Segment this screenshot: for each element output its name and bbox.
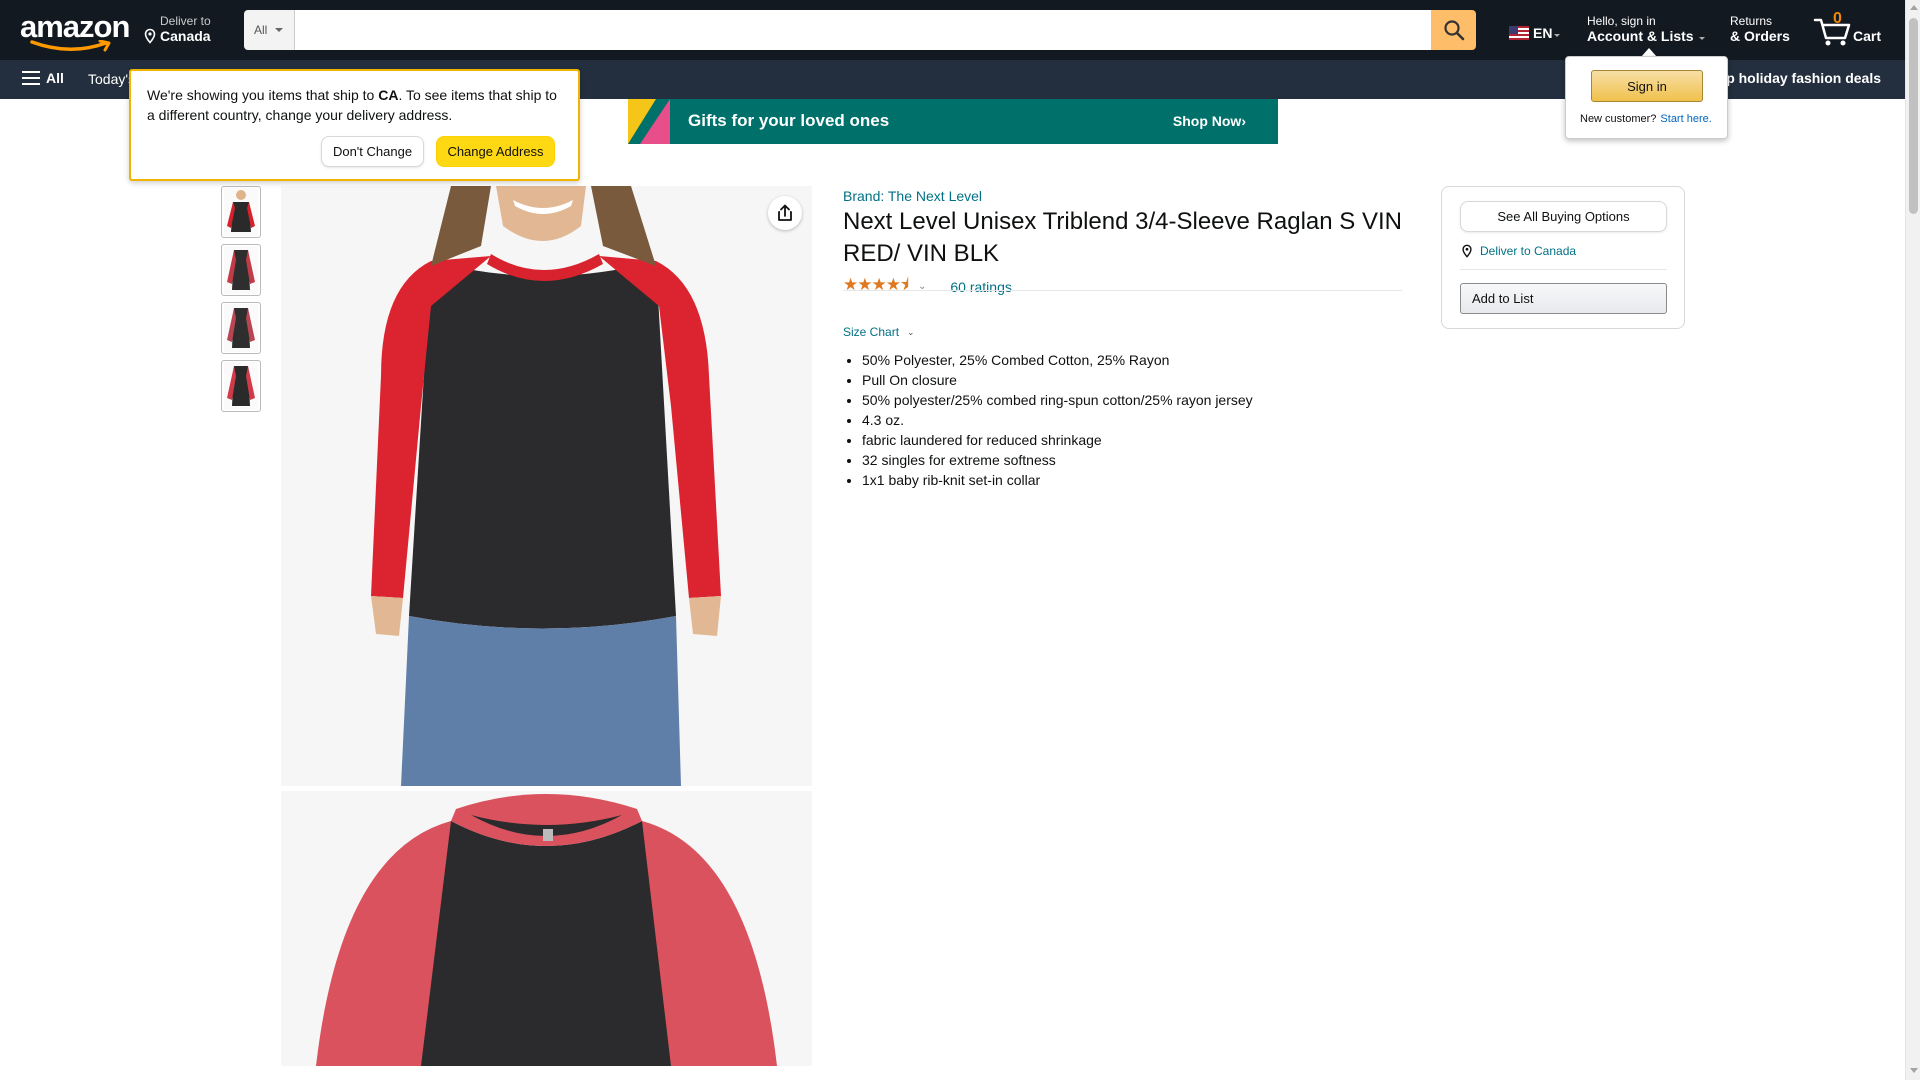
rating-row: ★★★★⯨ ⌄ 60 ratings — [843, 272, 1012, 301]
returns-label: Returns — [1730, 14, 1773, 28]
ratings-count-link[interactable]: 60 ratings — [950, 279, 1011, 295]
scroll-up-arrow-icon[interactable] — [1910, 5, 1918, 10]
banner-text: Gifts for your loved ones — [688, 111, 890, 130]
model-shirt-image — [281, 186, 812, 786]
orders-label: & Orders — [1730, 28, 1790, 44]
search-input[interactable] — [295, 10, 1431, 50]
banner-shop-now[interactable]: Shop Now› — [1173, 113, 1246, 129]
holiday-deals-link[interactable]: p holiday fashion deals — [1726, 70, 1881, 86]
product-thumbnail[interactable] — [221, 360, 261, 412]
share-icon — [778, 204, 792, 221]
signin-popover: Sign in New customer? Start here. — [1565, 56, 1728, 139]
feature-bullet: 50% polyester/25% combed ring-spun cotto… — [862, 390, 1422, 410]
search-icon — [1443, 20, 1464, 41]
add-to-list-button[interactable]: Add to List — [1460, 283, 1667, 314]
brand-link[interactable]: Brand: The Next Level — [843, 188, 982, 204]
main-product-image[interactable] — [281, 186, 812, 786]
hamburger-icon — [22, 71, 40, 85]
start-here-link[interactable]: Start here. — [1660, 113, 1711, 125]
shirt-thumbnail-image — [224, 362, 258, 410]
account-greeting: Hello, sign in — [1587, 14, 1656, 28]
search-bar: All — [244, 10, 1476, 50]
product-page: amazon Deliver to Canada All EN Hello, s… — [0, 0, 1920, 1080]
location-pin-icon — [144, 28, 156, 44]
deliver-label: Deliver to — [160, 14, 211, 28]
chevron-down-icon: ⌄ — [907, 326, 915, 337]
us-flag-icon — [1509, 26, 1529, 40]
new-customer-label: New customer? — [1580, 113, 1657, 125]
logo-smile-icon — [30, 40, 111, 52]
address-popover: We're showing you items that ship to CA.… — [129, 69, 580, 181]
product-title: Next Level Unisex Triblend 3/4-Sleeve Ra… — [843, 208, 1402, 267]
shirt-thumbnail-image — [224, 304, 258, 352]
shirt-thumbnail-image — [224, 188, 258, 236]
feature-bullet: 50% Polyester, 25% Combed Cotton, 25% Ra… — [862, 350, 1422, 370]
product-thumbnail[interactable] — [221, 244, 261, 296]
new-customer-text: New customer? Start here. — [1580, 113, 1712, 125]
all-menu-label: All — [46, 70, 64, 86]
cart-button[interactable]: 0 Cart — [1813, 10, 1885, 50]
caret-down-icon — [275, 28, 284, 32]
sign-in-button[interactable]: Sign in — [1591, 70, 1703, 102]
language-selector[interactable]: EN — [1509, 25, 1561, 41]
gifts-banner[interactable]: Gifts for your loved ones Shop Now› — [628, 99, 1278, 144]
account-lists[interactable]: Hello, sign in Account & Lists — [1587, 14, 1705, 44]
page-scrollbar[interactable] — [1905, 0, 1920, 1080]
divider — [1460, 269, 1667, 270]
secondary-product-image[interactable] — [281, 791, 812, 1066]
todays-deals-link[interactable]: Today's — [88, 71, 135, 87]
size-chart-label: Size Chart — [843, 325, 900, 339]
product-thumbnail[interactable] — [221, 186, 261, 238]
flat-shirt-image — [281, 791, 812, 1066]
search-category-select[interactable]: All — [244, 10, 295, 50]
feature-bullet: fabric laundered for reduced shrinkage — [862, 430, 1422, 450]
share-button[interactable] — [768, 196, 802, 230]
caret-down-icon — [1554, 33, 1561, 37]
buy-box: See All Buying Options Deliver to Canada… — [1441, 186, 1685, 329]
see-all-buying-options-button[interactable]: See All Buying Options — [1460, 201, 1667, 232]
change-address-button[interactable]: Change Address — [436, 136, 555, 167]
deliver-country: Canada — [160, 28, 211, 44]
top-nav: amazon Deliver to Canada All EN Hello, s… — [0, 0, 1905, 60]
country-code: CA — [378, 87, 399, 103]
feature-bullet: 32 singles for extreme softness — [862, 450, 1422, 470]
divider — [843, 290, 1402, 291]
feature-bullet: 4.3 oz. — [862, 410, 1422, 430]
cart-label: Cart — [1853, 28, 1882, 44]
deliver-to-label: Deliver to Canada — [1480, 244, 1577, 258]
scroll-down-arrow-icon[interactable] — [1910, 1068, 1918, 1073]
cart-count: 0 — [1833, 10, 1842, 27]
search-button[interactable] — [1431, 10, 1476, 50]
account-label: Account & Lists — [1587, 28, 1694, 44]
size-chart-link[interactable]: Size Chart ⌄ — [843, 325, 915, 339]
scrollbar-thumb[interactable] — [1909, 18, 1918, 214]
caret-down-icon — [1698, 36, 1705, 40]
feature-bullet: Pull On closure — [862, 370, 1422, 390]
deliver-to-link[interactable]: Deliver to Canada — [1460, 244, 1576, 258]
deliver-to[interactable]: Deliver to Canada — [142, 14, 211, 44]
banner-decoration — [640, 99, 670, 144]
feature-bullets: 50% Polyester, 25% Combed Cotton, 25% Ra… — [862, 350, 1422, 490]
all-menu-button[interactable]: All — [22, 70, 64, 86]
location-pin-icon — [1462, 244, 1472, 258]
language-label: EN — [1533, 25, 1553, 41]
shirt-thumbnail-image — [224, 246, 258, 294]
search-category-label: All — [254, 23, 268, 37]
dont-change-button[interactable]: Don't Change — [321, 136, 424, 167]
address-message: We're showing you items that ship to CA.… — [147, 87, 557, 123]
feature-bullet: 1x1 baby rib-knit set-in collar — [862, 470, 1422, 490]
logo-text: amazon — [20, 9, 130, 44]
product-thumbnail[interactable] — [221, 302, 261, 354]
star-rating[interactable]: ★★★★⯨ — [843, 272, 909, 301]
amazon-logo[interactable]: amazon — [20, 9, 130, 52]
returns-orders[interactable]: Returns & Orders — [1730, 14, 1790, 44]
